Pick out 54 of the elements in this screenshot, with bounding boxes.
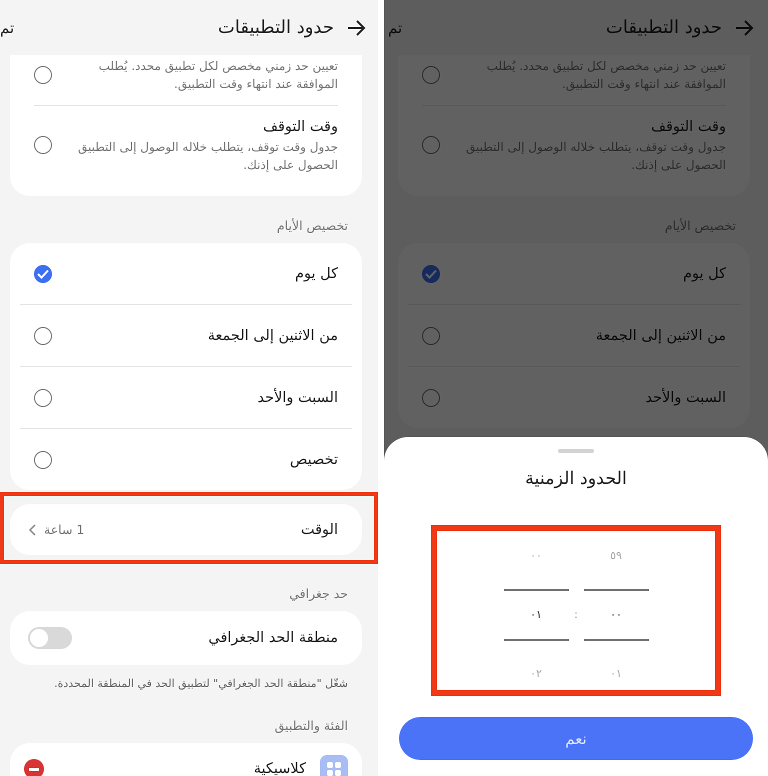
screen-title: حدود التطبيقات	[216, 17, 334, 38]
option-title: وقت التوقف	[262, 118, 338, 137]
time-picker[interactable]: ٥٩ ٠٠ ٠١ : ٠٠ ٠١ ٠٢	[431, 525, 721, 696]
radio-button[interactable]	[422, 388, 440, 406]
picker-value[interactable]: ٠٢	[504, 657, 568, 691]
radio-button[interactable]	[422, 136, 440, 154]
option-title: وقت التوقف	[650, 118, 726, 137]
check-icon	[425, 268, 437, 278]
remove-button[interactable]	[24, 759, 44, 776]
back-arrow-icon	[346, 18, 366, 36]
check-icon	[37, 268, 49, 278]
option-description: جدول وقت توقف، يتطلب خلاله الوصول إلى التطبيق الحصول على إذنك.	[76, 139, 338, 174]
picker-value[interactable]: ٥٩	[584, 539, 648, 573]
separator-text: :	[574, 608, 578, 621]
option-label: من الاثنين إلى الجمعة	[596, 328, 726, 344]
option-label: تخصيص	[290, 452, 338, 468]
radio-button[interactable]	[34, 66, 52, 84]
option-label: كل يوم	[295, 266, 338, 282]
sheet-title: الحدود الزمنية	[525, 469, 627, 491]
screen-title: حدود التطبيقات	[604, 17, 722, 38]
chevron-icon	[28, 524, 36, 536]
radio-button[interactable]	[422, 326, 440, 344]
confirm-button[interactable]: نعم	[399, 717, 753, 760]
picker-value[interactable]: ٠١	[584, 657, 648, 691]
drag-handle[interactable]	[558, 449, 594, 453]
setting-label: منطقة الحد الجغرافي	[208, 630, 338, 646]
done-button[interactable]: تم	[386, 18, 402, 36]
option-label: كل يوم	[683, 266, 726, 282]
picker-value[interactable]: ٠٠	[584, 589, 648, 641]
radio-button[interactable]	[34, 264, 52, 282]
radio-button[interactable]	[34, 388, 52, 406]
setting-value: 1 ساعة	[44, 522, 84, 537]
time-setting-row[interactable]: الوقت 1 ساعة	[10, 504, 362, 555]
toggle-switch[interactable]	[28, 627, 72, 649]
radio-button[interactable]	[422, 66, 440, 84]
section-heading: تخصيص الأيام	[276, 217, 349, 235]
done-button[interactable]: تم	[0, 18, 14, 36]
back-arrow-icon	[734, 18, 754, 36]
hint-text: شغّل "منطقة الحد الجغرافي" لتطبيق الحد في المنطقة المحددة.	[53, 676, 349, 692]
option-description: تعيين حد زمني مخصص لكل تطبيق محدد. يُطلب الموافقة عند انتهاء وقت التطبيق.	[98, 58, 338, 93]
setting-label: الوقت	[300, 522, 338, 538]
radio-button[interactable]	[34, 326, 52, 344]
radio-button[interactable]	[422, 264, 440, 282]
back-button[interactable]	[346, 18, 366, 36]
picker-value[interactable]: ٠٠	[504, 539, 568, 573]
radio-button[interactable]	[34, 136, 52, 154]
section-heading: حد جغرافي	[288, 585, 349, 603]
section-heading: الفئة والتطبيق	[274, 717, 349, 735]
category-name: كلاسيكية	[252, 761, 306, 776]
picker-value[interactable]: ٠١	[504, 589, 568, 641]
option-label: السبت والأحد	[646, 390, 726, 406]
radio-button[interactable]	[34, 450, 52, 468]
option-label: من الاثنين إلى الجمعة	[208, 328, 338, 344]
option-label: السبت والأحد	[258, 390, 338, 406]
